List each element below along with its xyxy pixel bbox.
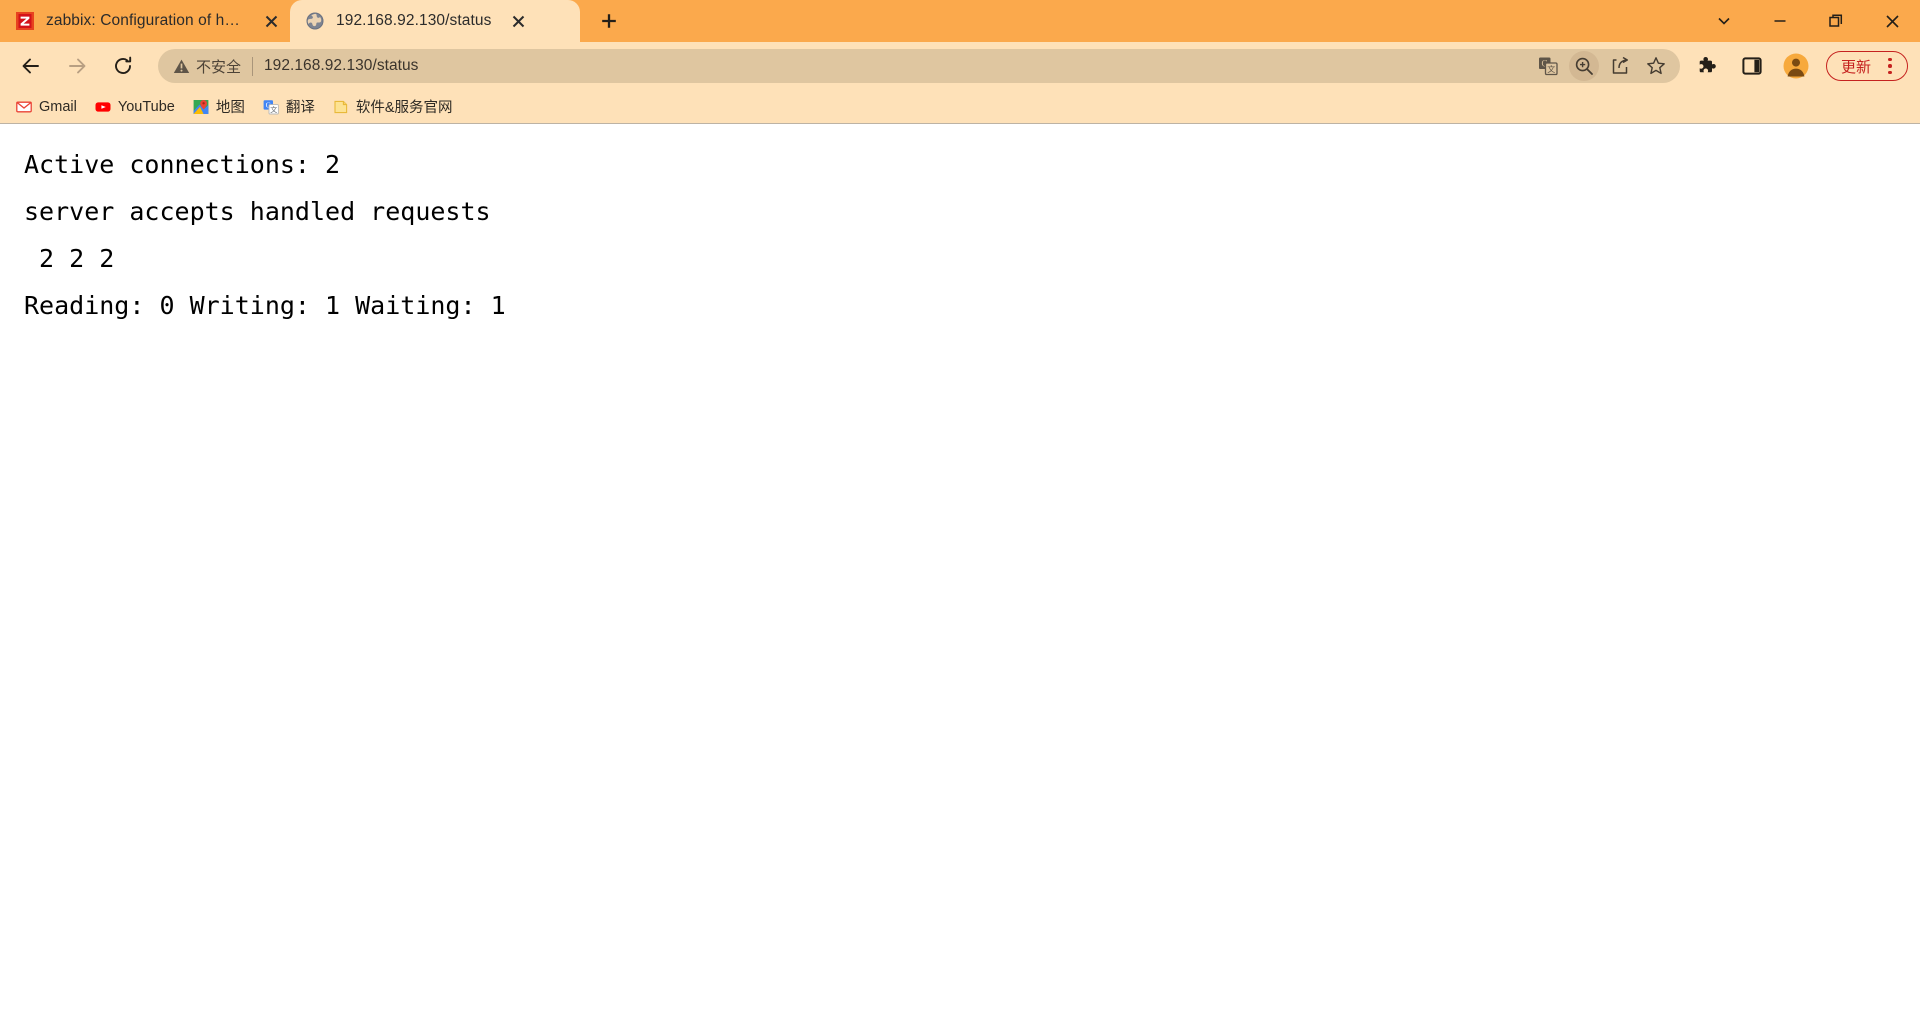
bookmark-label: 软件&服务官网 [355, 100, 453, 116]
tab-close-button[interactable] [506, 8, 532, 34]
extensions-puzzle-icon[interactable] [1690, 48, 1726, 84]
nginx-header-line: server accepts handled requests [24, 197, 491, 226]
profile-avatar-icon[interactable] [1778, 48, 1814, 84]
nginx-active-connections-line: Active connections: 2 [24, 150, 341, 179]
security-status-chip[interactable]: 不安全 [172, 56, 241, 77]
security-status-text: 不安全 [196, 58, 242, 76]
side-panel-icon[interactable] [1734, 48, 1770, 84]
bookmarks-bar: Gmail YouTube 地图 G 文 翻译 软件&服务官网 [0, 90, 1920, 124]
back-button[interactable] [11, 46, 51, 86]
bookmark-label: Gmail [39, 98, 77, 115]
tab-status[interactable]: 192.168.92.130/status [290, 0, 580, 42]
google-translate-icon: G 文 [263, 99, 279, 115]
forward-button[interactable] [57, 46, 97, 86]
zabbix-logo-icon [16, 12, 34, 30]
tab-strip: zabbix: Configuration of hosts 192.168.9… [0, 0, 1920, 42]
omnibox-actions: G 文 [1530, 51, 1674, 81]
tab-title: zabbix: Configuration of hosts [46, 12, 244, 29]
bookmark-folder-software[interactable]: 软件&服务官网 [325, 94, 461, 120]
kebab-menu-icon[interactable] [1879, 53, 1901, 79]
minimize-button[interactable] [1752, 0, 1808, 42]
window-controls [1696, 0, 1920, 42]
browser-window: zabbix: Configuration of hosts 192.168.9… [0, 0, 1920, 1021]
folder-icon [333, 99, 349, 115]
bookmark-maps[interactable]: 地图 [185, 94, 253, 120]
update-button-label: 更新 [1840, 58, 1871, 76]
nginx-status-output: Active connections: 2 server accepts hand… [24, 141, 1920, 329]
browser-toolbar: 不安全 192.168.92.130/status G 文 更新 [0, 42, 1920, 90]
svg-text:文: 文 [1547, 64, 1555, 74]
nginx-counters-line: 2 2 2 [24, 244, 130, 273]
translate-icon[interactable]: G 文 [1533, 51, 1563, 81]
address-bar[interactable]: 不安全 192.168.92.130/status G 文 [158, 49, 1680, 83]
update-button[interactable]: 更新 [1825, 51, 1908, 81]
reload-button[interactable] [103, 46, 143, 86]
google-maps-icon [193, 99, 209, 115]
gmail-icon [16, 99, 32, 115]
globe-icon [306, 12, 324, 30]
url-text[interactable]: 192.168.92.130/status [264, 57, 1530, 75]
omnibox-divider [252, 56, 254, 76]
tab-title: 192.168.92.130/status [336, 12, 492, 29]
bookmark-label: 翻译 [285, 100, 315, 116]
new-tab-button[interactable] [590, 2, 628, 40]
tab-close-button[interactable] [258, 8, 284, 34]
zoom-icon[interactable] [1568, 51, 1599, 81]
tab-search-button[interactable] [1696, 0, 1752, 42]
svg-text:文: 文 [270, 104, 277, 113]
bookmark-translate[interactable]: G 文 翻译 [255, 94, 323, 120]
share-icon[interactable] [1605, 51, 1635, 81]
toolbar-right-group: 更新 [1686, 48, 1912, 84]
close-button[interactable] [1864, 0, 1920, 42]
maximize-button[interactable] [1808, 0, 1864, 42]
tab-zabbix[interactable]: zabbix: Configuration of hosts [0, 0, 290, 42]
nginx-states-line: Reading: 0 Writing: 1 Waiting: 1 [24, 291, 521, 320]
page-content: Active connections: 2 server accepts hand… [0, 124, 1920, 1020]
youtube-icon [95, 99, 111, 115]
bookmark-star-icon[interactable] [1641, 51, 1671, 81]
bookmark-label: 地图 [215, 100, 245, 116]
bookmark-youtube[interactable]: YouTube [87, 94, 183, 120]
warning-triangle-icon [172, 57, 190, 75]
bookmark-label: YouTube [117, 98, 175, 115]
bookmark-gmail[interactable]: Gmail [8, 94, 85, 120]
